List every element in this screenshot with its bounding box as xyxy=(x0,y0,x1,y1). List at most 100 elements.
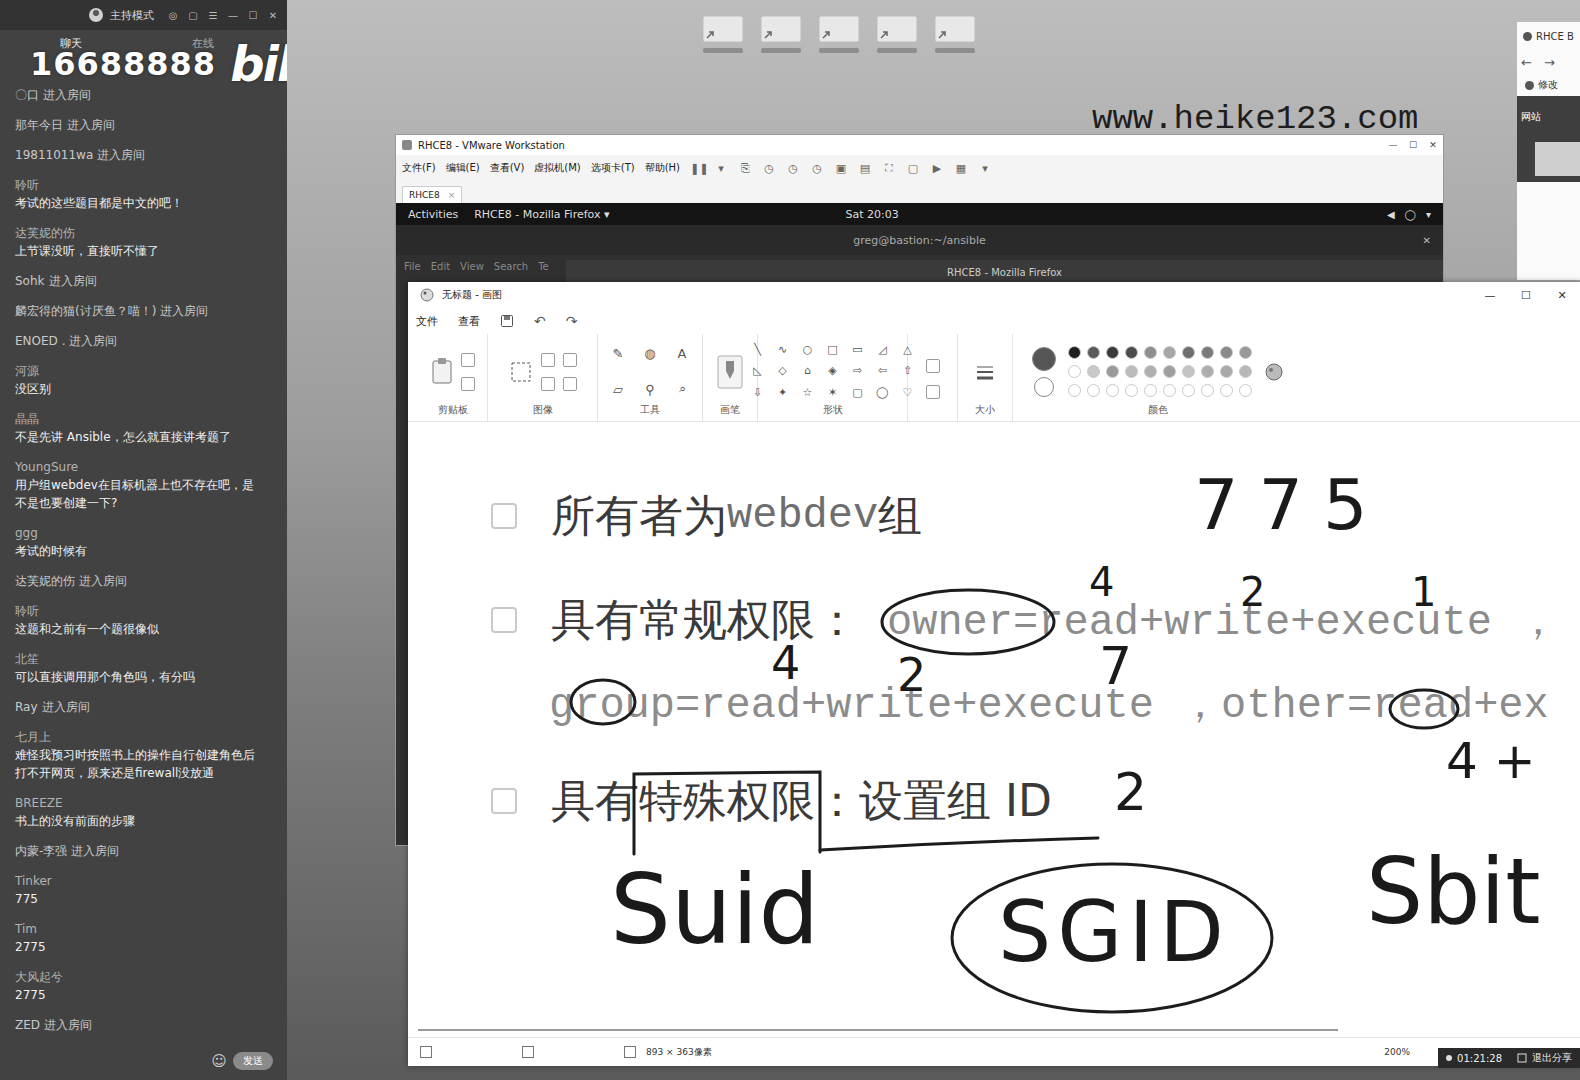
resize-icon[interactable] xyxy=(541,377,555,391)
window-control[interactable]: ☐ xyxy=(1508,289,1544,302)
undo-redo-button[interactable]: ↶ xyxy=(534,313,546,329)
canvas-scrollbar[interactable] xyxy=(418,1029,1338,1031)
edit-colors-icon[interactable] xyxy=(1264,362,1284,382)
toolbar-button[interactable]: ⎘ xyxy=(738,162,752,175)
palette-swatch[interactable] xyxy=(1125,346,1138,359)
tray-icon[interactable]: ◀ xyxy=(1387,209,1395,220)
menu-item[interactable]: Te xyxy=(538,261,549,272)
desktop-shortcut[interactable] xyxy=(816,14,862,53)
palette-swatch[interactable] xyxy=(1163,365,1176,378)
shape-button[interactable]: ⌂ xyxy=(804,363,811,379)
shape-button[interactable]: ⇨ xyxy=(853,363,862,379)
toolbar-button[interactable]: ▦ xyxy=(954,162,968,175)
palette-swatch[interactable] xyxy=(1068,384,1081,397)
shape-button[interactable]: ◯ xyxy=(876,385,888,401)
menu-item[interactable]: Search xyxy=(494,261,528,272)
menu-item[interactable]: 编辑(E) xyxy=(446,161,480,175)
panel-control-button[interactable]: ☐ xyxy=(246,10,260,21)
tool-button[interactable]: A xyxy=(678,346,687,361)
toolbar-button[interactable]: ❚❚ xyxy=(690,162,704,175)
palette-swatch[interactable] xyxy=(1125,384,1138,397)
flip-icon[interactable] xyxy=(563,377,577,391)
shape-button[interactable]: ◿ xyxy=(878,342,886,358)
browser-tab[interactable]: RHCE B xyxy=(1517,22,1580,50)
app-menu[interactable]: RHCE8 - Mozilla Firefox ▾ xyxy=(474,208,609,221)
palette-swatch[interactable] xyxy=(1163,384,1176,397)
toolbar-button[interactable]: ▤ xyxy=(858,162,872,175)
palette-swatch[interactable] xyxy=(1220,346,1233,359)
shape-button[interactable]: ∿ xyxy=(778,342,787,358)
toolbar-button[interactable]: ▾ xyxy=(978,162,992,175)
live-tab[interactable]: 在线 xyxy=(192,36,214,51)
palette-swatch[interactable] xyxy=(1144,384,1157,397)
palette-swatch[interactable] xyxy=(1068,346,1081,359)
window-control[interactable]: ☐ xyxy=(1403,140,1423,150)
toolbar-button[interactable]: ▢ xyxy=(906,162,920,175)
paste-icon[interactable] xyxy=(431,357,453,387)
palette-swatch[interactable] xyxy=(1068,365,1081,378)
palette-swatch[interactable] xyxy=(1201,346,1214,359)
color-1-swatch[interactable] xyxy=(1032,347,1056,371)
undo-redo-button[interactable]: ↷ xyxy=(566,313,578,329)
panel-control-button[interactable]: — xyxy=(226,10,240,21)
shape-button[interactable]: ⇩ xyxy=(753,385,762,401)
drawing-canvas[interactable]: 所有者为 webdev 组具有常规权限：owner=read+write+exe… xyxy=(408,422,1580,1037)
menu-item[interactable]: File xyxy=(404,261,421,272)
save-icon[interactable] xyxy=(500,314,514,328)
shape-button[interactable]: ╲ xyxy=(754,342,761,358)
menu-item[interactable]: 帮助(H) xyxy=(645,161,680,175)
copy-icon[interactable] xyxy=(461,377,475,391)
toolbar-button[interactable]: ◷ xyxy=(762,162,776,175)
tool-button[interactable]: ▱ xyxy=(613,382,623,397)
nav-button[interactable]: ← xyxy=(1521,55,1532,70)
live-tab[interactable]: 聊天 xyxy=(60,36,82,51)
menu-item[interactable]: View xyxy=(460,261,484,272)
palette-swatch[interactable] xyxy=(1239,384,1252,397)
tray-icon[interactable]: ▾ xyxy=(1426,209,1431,220)
panel-control-button[interactable]: ☰ xyxy=(206,10,220,21)
exit-share-button[interactable]: 退出分享 xyxy=(1532,1051,1572,1065)
desktop-shortcut[interactable] xyxy=(700,14,746,53)
toolbar-button[interactable]: ⛶ xyxy=(882,162,896,175)
brush-icon[interactable] xyxy=(717,355,743,389)
fill-icon[interactable] xyxy=(926,385,940,399)
send-button[interactable]: 发送 xyxy=(233,1052,273,1070)
palette-swatch[interactable] xyxy=(1144,346,1157,359)
palette-swatch[interactable] xyxy=(1182,346,1195,359)
window-control[interactable]: ✕ xyxy=(1544,289,1580,302)
palette-swatch[interactable] xyxy=(1163,346,1176,359)
shape-button[interactable]: ○ xyxy=(803,342,813,358)
nav-button[interactable]: → xyxy=(1544,55,1555,70)
shape-button[interactable]: ◺ xyxy=(753,363,761,379)
shape-button[interactable]: ☆ xyxy=(803,385,813,401)
menu-item[interactable]: 选项卡(T) xyxy=(591,161,635,175)
terminal-close[interactable]: ✕ xyxy=(1423,235,1431,246)
checkbox[interactable] xyxy=(491,607,517,633)
palette-swatch[interactable] xyxy=(1239,346,1252,359)
desktop-shortcut[interactable] xyxy=(932,14,978,53)
activities-button[interactable]: Activities xyxy=(408,208,458,221)
clock[interactable]: Sat 20:03 xyxy=(846,208,899,221)
palette-swatch[interactable] xyxy=(1182,384,1195,397)
bookmark[interactable]: 修改 xyxy=(1517,74,1580,96)
menu-item[interactable]: Edit xyxy=(431,261,450,272)
toolbar-button[interactable]: ▾ xyxy=(714,162,728,175)
shape-button[interactable]: ⇦ xyxy=(878,363,887,379)
window-control[interactable]: — xyxy=(1472,289,1508,302)
palette-swatch[interactable] xyxy=(1106,365,1119,378)
crop-icon[interactable] xyxy=(541,353,555,367)
tool-button[interactable]: ⚲ xyxy=(645,382,655,397)
palette-swatch[interactable] xyxy=(1220,365,1233,378)
toolbar-button[interactable]: ◷ xyxy=(810,162,824,175)
select-icon[interactable] xyxy=(509,360,533,384)
desktop-shortcut[interactable] xyxy=(758,14,804,53)
rotate-icon[interactable] xyxy=(563,353,577,367)
color-2-swatch[interactable] xyxy=(1034,377,1054,397)
window-control[interactable]: ✕ xyxy=(1423,140,1443,150)
panel-control-button[interactable]: ✕ xyxy=(266,10,280,21)
toolbar-button[interactable]: ▶ xyxy=(930,162,944,175)
palette-swatch[interactable] xyxy=(1087,346,1100,359)
tab-close[interactable]: × xyxy=(448,190,456,200)
palette-swatch[interactable] xyxy=(1182,365,1195,378)
tool-button[interactable]: ⌕ xyxy=(679,381,686,397)
